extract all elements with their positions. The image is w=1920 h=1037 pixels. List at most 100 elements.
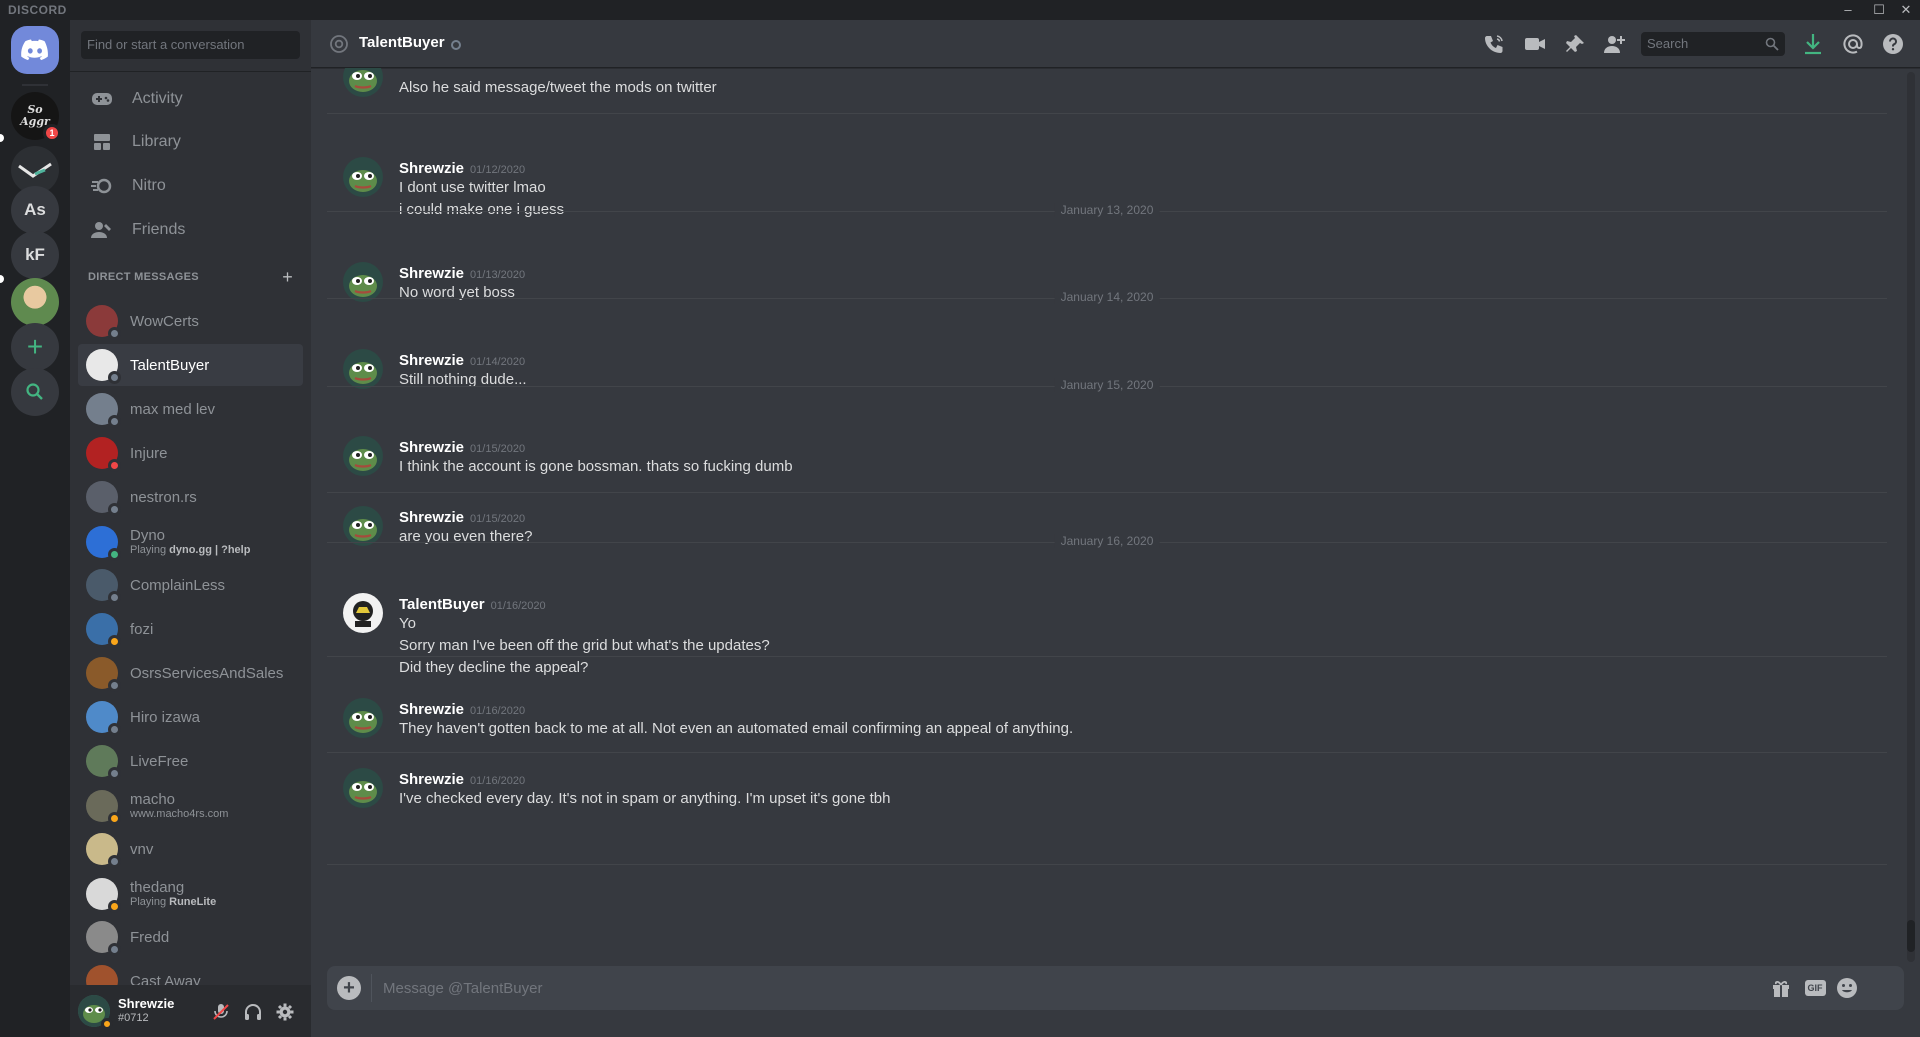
server-icon[interactable]: [11, 278, 59, 326]
message-author[interactable]: Shrewzie 01/16/2020: [399, 771, 525, 788]
dm-item[interactable]: Fredd: [78, 916, 303, 958]
nav-library[interactable]: Library: [78, 121, 303, 163]
nav-label: Nitro: [132, 177, 166, 194]
message-author[interactable]: Shrewzie 01/16/2020: [399, 701, 525, 718]
dm-item[interactable]: fozi: [78, 608, 303, 650]
message-timestamp: 01/16/2020: [470, 775, 526, 787]
gif-button[interactable]: GIF: [1802, 976, 1828, 1000]
help-button[interactable]: [1881, 32, 1905, 56]
nav-activity[interactable]: Activity: [78, 78, 303, 120]
avatar[interactable]: [343, 349, 383, 389]
add-friends-to-dm-button[interactable]: [1603, 32, 1627, 56]
dm-item[interactable]: Injure: [78, 432, 303, 474]
deafen-button[interactable]: [242, 1001, 264, 1023]
status-indicator: [108, 635, 121, 648]
find-conversation-input[interactable]: Find or start a conversation: [81, 31, 300, 59]
dm-header: DIRECT MESSAGES +: [88, 267, 293, 287]
mute-button[interactable]: [210, 1001, 232, 1023]
video-call-button[interactable]: [1523, 32, 1547, 56]
emoji-button[interactable]: [1835, 976, 1859, 1000]
avatar[interactable]: [343, 436, 383, 476]
dm-item[interactable]: WowCerts: [78, 300, 303, 342]
close-window-button[interactable]: ✕: [1893, 1, 1919, 19]
discord-logo-icon: [21, 39, 48, 61]
avatar[interactable]: [343, 157, 383, 197]
add-server-button[interactable]: +: [11, 323, 59, 371]
mentions-button[interactable]: [1841, 32, 1865, 56]
pinned-messages-button[interactable]: [1563, 32, 1587, 56]
download-apps-button[interactable]: [1801, 32, 1825, 56]
server-icon[interactable]: As: [11, 186, 59, 234]
dm-item[interactable]: max med lev: [78, 388, 303, 430]
search-input[interactable]: Search: [1641, 32, 1785, 56]
explore-servers-button[interactable]: [11, 368, 59, 416]
maximize-button[interactable]: ☐: [1866, 1, 1892, 19]
message-text: Did they decline the appeal?: [399, 659, 589, 676]
status-indicator: [108, 371, 121, 384]
dm-item[interactable]: LiveFree: [78, 740, 303, 782]
avatar: [86, 437, 121, 472]
status-indicator: [108, 459, 121, 472]
message-timestamp: 01/15/2020: [470, 513, 526, 525]
dm-item[interactable]: macho www.macho4rs.com: [78, 785, 303, 827]
message-timestamp: 01/12/2020: [470, 164, 526, 176]
message-author[interactable]: Shrewzie 01/12/2020: [399, 160, 525, 177]
voice-call-button[interactable]: [1482, 32, 1506, 56]
dm-item[interactable]: thedang Playing RuneLite: [78, 873, 303, 915]
help-icon: [1883, 34, 1903, 54]
nav-friends[interactable]: Friends: [78, 209, 303, 251]
download-icon: [1805, 34, 1821, 55]
avatar: [86, 305, 121, 340]
message-text: Sorry man I've been off the grid but wha…: [399, 637, 770, 654]
dm-item[interactable]: TalentBuyer: [78, 344, 303, 386]
user-avatar[interactable]: [78, 995, 113, 1030]
avatar[interactable]: [343, 768, 383, 808]
mention-badge: 1: [43, 124, 61, 142]
dm-item[interactable]: ComplainLess: [78, 564, 303, 606]
message-divider: [327, 113, 1887, 114]
avatar[interactable]: [343, 698, 383, 738]
avatar[interactable]: [343, 262, 383, 302]
avatar[interactable]: [343, 68, 383, 97]
date-divider: January 15, 2020: [327, 378, 1887, 392]
message-author[interactable]: Shrewzie 01/15/2020: [399, 439, 525, 456]
scrollbar-thumb[interactable]: [1907, 920, 1915, 952]
message-input[interactable]: [383, 966, 1763, 1010]
upload-button[interactable]: +: [337, 976, 361, 1000]
message-divider: [327, 864, 1887, 865]
dm-item[interactable]: nestron.rs: [78, 476, 303, 518]
microphone-muted-icon: [213, 1004, 229, 1020]
dm-item[interactable]: vnv: [78, 828, 303, 870]
dm-item[interactable]: Hiro izawa: [78, 696, 303, 738]
user-settings-button[interactable]: [274, 1001, 296, 1023]
message-author[interactable]: TalentBuyer 01/16/2020: [399, 596, 546, 613]
dm-item[interactable]: OsrsServicesAndSales: [78, 652, 303, 694]
message-author[interactable]: Shrewzie 01/13/2020: [399, 265, 525, 282]
avatar[interactable]: [343, 593, 383, 633]
server-list: So Aggr 1 As kF +: [0, 20, 70, 1037]
dm-name: LiveFree: [130, 752, 189, 770]
server-icon[interactable]: kF: [11, 231, 59, 279]
user-tag: #0712: [118, 1012, 149, 1024]
channel-header: TalentBuyer Search: [311, 20, 1920, 68]
create-dm-button[interactable]: +: [282, 267, 293, 288]
message-list: Also he said message/tweet the mods on t…: [327, 68, 1899, 966]
dm-name: macho: [130, 791, 176, 808]
gift-button[interactable]: [1769, 976, 1793, 1000]
gear-icon: [276, 1003, 294, 1021]
message-author[interactable]: Shrewzie 01/14/2020: [399, 352, 525, 369]
dm-name: vnv: [130, 840, 154, 858]
scrollbar[interactable]: [1907, 72, 1915, 962]
minimize-button[interactable]: –: [1835, 1, 1861, 19]
avatar: [86, 701, 121, 736]
message-author[interactable]: Shrewzie 01/15/2020: [399, 509, 525, 526]
gamepad-icon: [86, 83, 118, 115]
chat-area: TalentBuyer Search Also he said message/…: [311, 20, 1920, 1037]
avatar[interactable]: [343, 506, 383, 546]
dm-name: Fredd: [130, 928, 170, 946]
dm-item[interactable]: Dyno Playing dyno.gg | ?help: [78, 521, 303, 563]
nav-nitro[interactable]: Nitro: [78, 165, 303, 207]
dm-activity: www.macho4rs.com: [130, 808, 229, 820]
home-button[interactable]: [11, 26, 59, 74]
server-icon[interactable]: So Aggr 1: [11, 92, 61, 142]
